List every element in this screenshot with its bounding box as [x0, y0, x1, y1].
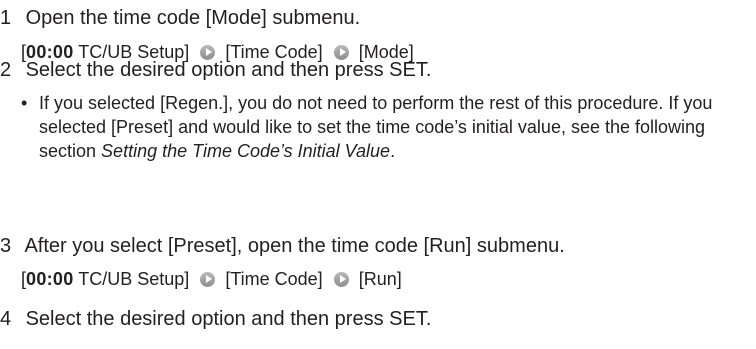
step-text: After you select [Preset], open the time…: [24, 235, 565, 257]
tc-icon: 00:00: [26, 269, 74, 289]
step-number: 4: [0, 308, 12, 330]
menu-item-tc-ub-setup: TC/UB Setup]: [73, 269, 190, 289]
section-link[interactable]: Setting the Time Code’s Initial Value: [101, 141, 390, 161]
step-text: Open the time code [Mode] submenu.: [25, 7, 361, 29]
bullet-marker: •: [21, 93, 28, 113]
menu-item-time-code: [Time Code]: [225, 269, 323, 289]
step-number: 1: [0, 7, 12, 29]
note-bullet: • If you selected [Regen.], you do not n…: [21, 91, 756, 163]
step-text: Select the desired option and then press…: [25, 308, 432, 330]
menu-item-run: [Run]: [358, 269, 402, 289]
step-2: 2 Select the desired option and then pre…: [0, 58, 431, 82]
menu-path-run: [00:00 TC/UB Setup] [Time Code] [Run]: [21, 268, 402, 290]
manual-page: 1 Open the time code [Mode] submenu. [00…: [0, 0, 756, 349]
step-1: 1 Open the time code [Mode] submenu.: [0, 6, 360, 30]
circle-arrow-right-icon: [333, 272, 349, 287]
step-3: 3 After you select [Preset], open the ti…: [0, 234, 565, 258]
step-text: Select the desired option and then press…: [25, 59, 432, 81]
step-number: 2: [0, 59, 12, 81]
step-number: 3: [0, 235, 12, 257]
circle-arrow-right-icon: [200, 272, 216, 287]
note-text: If you selected [Regen.], you do not nee…: [39, 93, 713, 161]
step-4: 4 Select the desired option and then pre…: [0, 307, 431, 331]
